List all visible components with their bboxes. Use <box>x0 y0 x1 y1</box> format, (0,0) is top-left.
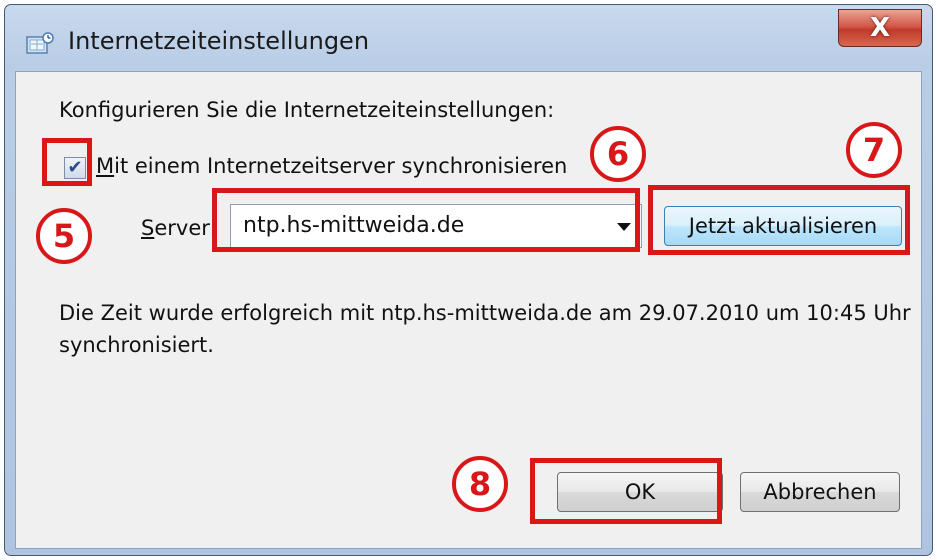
clock-network-icon <box>26 32 54 54</box>
sync-label-accelerator: M <box>96 154 115 178</box>
close-icon: X <box>869 13 891 43</box>
highlight-checkbox <box>42 138 92 186</box>
title-bar: Internetzeiteinstellungen X <box>5 5 932 71</box>
annotation-badge-8: 8 <box>452 456 508 512</box>
close-button[interactable]: X <box>838 9 922 47</box>
highlight-server-combobox <box>212 188 640 252</box>
highlight-ok-button <box>530 458 722 524</box>
annotation-badge-7: 7 <box>846 122 902 178</box>
annotation-badge-6: 6 <box>590 126 646 182</box>
status-message: Die Zeit wurde erfolgreich mit ntp.hs-mi… <box>59 301 911 357</box>
sync-checkbox-label[interactable]: Mit einem Internetzeitserver synchronisi… <box>96 154 567 178</box>
highlight-update-button <box>648 185 910 255</box>
server-label: Server: <box>141 216 217 240</box>
annotation-badge-5: 5 <box>36 208 92 264</box>
cancel-button[interactable]: Abbrechen <box>740 472 900 512</box>
window-title: Internetzeiteinstellungen <box>68 27 370 55</box>
sync-label-text: it einem Internetzeitserver synchronisie… <box>114 154 568 178</box>
server-label-text: erver: <box>154 216 217 240</box>
server-label-accelerator: S <box>141 216 155 240</box>
page-heading: Konfigurieren Sie die Internetzeiteinste… <box>59 98 555 122</box>
